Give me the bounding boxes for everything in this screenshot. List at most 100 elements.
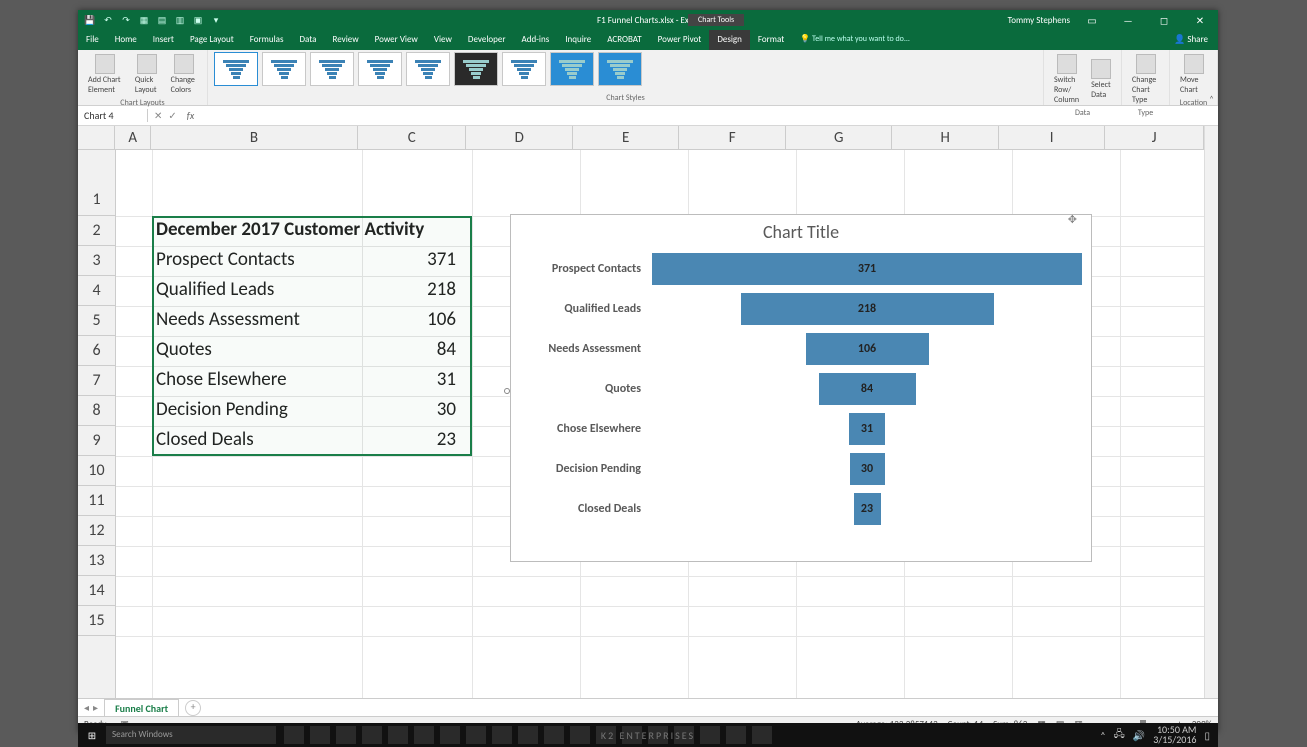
start-button[interactable]: ⊞ — [78, 729, 106, 742]
funnel-bar[interactable]: 23 — [854, 493, 881, 525]
fx-icon[interactable]: fx — [183, 109, 198, 122]
taskbar-search[interactable]: Search Windows — [106, 726, 276, 744]
excel-icon[interactable] — [752, 726, 772, 744]
chart-style-thumb[interactable] — [310, 52, 354, 86]
chart-styles-gallery[interactable] — [214, 52, 1037, 86]
tray-clock[interactable]: 10:50 AM 3/15/2016 — [1153, 725, 1196, 745]
row-header[interactable]: 8 — [78, 396, 115, 426]
column-header[interactable]: C — [358, 126, 466, 149]
sheet-nav-next-icon[interactable]: ▸ — [93, 701, 98, 714]
ribbon-options-icon[interactable]: ▭ — [1078, 14, 1106, 27]
switch-row-column-button[interactable]: Switch Row/ Column — [1050, 52, 1083, 107]
tab-page-layout[interactable]: Page Layout — [182, 30, 242, 50]
chart-title[interactable]: Chart Title — [511, 215, 1091, 247]
column-header[interactable]: I — [999, 126, 1105, 149]
row-header[interactable]: 11 — [78, 486, 115, 516]
row-header[interactable]: 15 — [78, 606, 115, 636]
qat-icon[interactable]: ▤ — [156, 14, 168, 26]
row-header[interactable]: 7 — [78, 366, 115, 396]
add-sheet-button[interactable]: + — [185, 700, 201, 716]
row-header[interactable]: 3 — [78, 246, 115, 276]
name-box[interactable]: Chart 4 — [78, 109, 148, 122]
app-icon[interactable] — [570, 726, 590, 744]
tab-add-ins[interactable]: Add-ins — [514, 30, 558, 50]
funnel-plot-area[interactable]: Prospect Contacts371Qualified Leads218Ne… — [511, 247, 1091, 535]
row-header[interactable]: 9 — [78, 426, 115, 456]
vertical-scrollbar[interactable] — [1204, 126, 1218, 698]
enter-formula-icon[interactable]: ✓ — [168, 109, 176, 122]
redo-icon[interactable]: ↷ — [120, 14, 132, 26]
change-chart-type-button[interactable]: Change Chart Type — [1128, 52, 1163, 107]
add-chart-element-button[interactable]: Add Chart Element — [84, 52, 127, 97]
app-icon[interactable] — [544, 726, 564, 744]
sheet-nav-prev-icon[interactable]: ◂ — [84, 701, 89, 714]
chart-style-thumb[interactable] — [214, 52, 258, 86]
tab-design[interactable]: Design — [709, 30, 750, 50]
column-header[interactable]: B — [151, 126, 358, 149]
tab-formulas[interactable]: Formulas — [242, 30, 292, 50]
cell-area[interactable]: December 2017 Customer Activity Prospect … — [116, 150, 1204, 698]
tab-review[interactable]: Review — [324, 30, 366, 50]
app-icon[interactable] — [414, 726, 434, 744]
tab-home[interactable]: Home — [107, 30, 145, 50]
file-explorer-icon[interactable] — [388, 726, 408, 744]
app-icon[interactable] — [492, 726, 512, 744]
maximize-button[interactable]: ◻ — [1150, 14, 1178, 27]
row-header[interactable]: 1 — [78, 150, 115, 216]
row-header[interactable]: 10 — [78, 456, 115, 486]
change-colors-button[interactable]: Change Colors — [167, 52, 201, 97]
table-row[interactable]: Decision Pending30 — [156, 398, 462, 421]
row-header[interactable]: 5 — [78, 306, 115, 336]
select-all-corner[interactable] — [78, 126, 115, 149]
tab-insert[interactable]: Insert — [145, 30, 182, 50]
column-header[interactable]: E — [573, 126, 679, 149]
tab-power-view[interactable]: Power View — [367, 30, 426, 50]
notifications-icon[interactable]: ▯ — [1204, 729, 1210, 742]
column-header[interactable]: D — [466, 126, 572, 149]
table-row[interactable]: Chose Elsewhere31 — [156, 368, 462, 391]
row-header[interactable]: 6 — [78, 336, 115, 366]
tray-volume-icon[interactable]: 🔊 — [1133, 729, 1145, 742]
column-header[interactable]: G — [786, 126, 892, 149]
settings-icon[interactable] — [310, 726, 330, 744]
share-button[interactable]: 👤 Share — [1164, 30, 1218, 50]
tab-power-pivot[interactable]: Power Pivot — [650, 30, 710, 50]
sheet-tab[interactable]: Funnel Chart — [104, 699, 179, 717]
funnel-bar[interactable]: 84 — [819, 373, 916, 405]
row-header[interactable]: 14 — [78, 576, 115, 606]
row-header[interactable]: 2 — [78, 216, 115, 246]
ie-icon[interactable] — [362, 726, 382, 744]
powerpoint-icon[interactable] — [700, 726, 720, 744]
quick-layout-button[interactable]: Quick Layout — [131, 52, 163, 97]
undo-icon[interactable]: ↶ — [102, 14, 114, 26]
funnel-bar[interactable]: 31 — [849, 413, 885, 445]
chart-style-thumb[interactable] — [550, 52, 594, 86]
column-header[interactable]: H — [892, 126, 998, 149]
tell-me-search[interactable]: 💡 Tell me what you want to do... — [800, 30, 910, 50]
row-header[interactable]: 13 — [78, 546, 115, 576]
move-chart-button[interactable]: Move Chart — [1176, 52, 1211, 97]
tray-chevron-up-icon[interactable]: ˄ — [1100, 729, 1105, 742]
table-row[interactable]: Closed Deals23 — [156, 428, 462, 451]
funnel-bar[interactable]: 106 — [806, 333, 929, 365]
chart-style-thumb[interactable] — [406, 52, 450, 86]
table-row[interactable]: Prospect Contacts371 — [156, 248, 462, 271]
funnel-bar[interactable]: 30 — [850, 453, 885, 485]
cell-b2-title[interactable]: December 2017 Customer Activity — [156, 218, 424, 241]
qat-icon[interactable]: ▾ — [210, 14, 222, 26]
task-view-icon[interactable] — [284, 726, 304, 744]
tab-view[interactable]: View — [426, 30, 460, 50]
minimize-button[interactable]: — — [1114, 14, 1142, 27]
app-icon[interactable] — [440, 726, 460, 744]
select-data-button[interactable]: Select Data — [1087, 52, 1115, 107]
tab-data[interactable]: Data — [291, 30, 324, 50]
qat-icon[interactable]: ▥ — [174, 14, 186, 26]
qat-icon[interactable]: ▣ — [192, 14, 204, 26]
chart-style-thumb[interactable] — [598, 52, 642, 86]
cancel-formula-icon[interactable]: ✕ — [154, 109, 162, 122]
app-icon[interactable] — [466, 726, 486, 744]
table-row[interactable]: Qualified Leads218 — [156, 278, 462, 301]
chart-style-thumb[interactable] — [502, 52, 546, 86]
table-row[interactable]: Quotes84 — [156, 338, 462, 361]
tab-file[interactable]: File — [78, 30, 107, 50]
